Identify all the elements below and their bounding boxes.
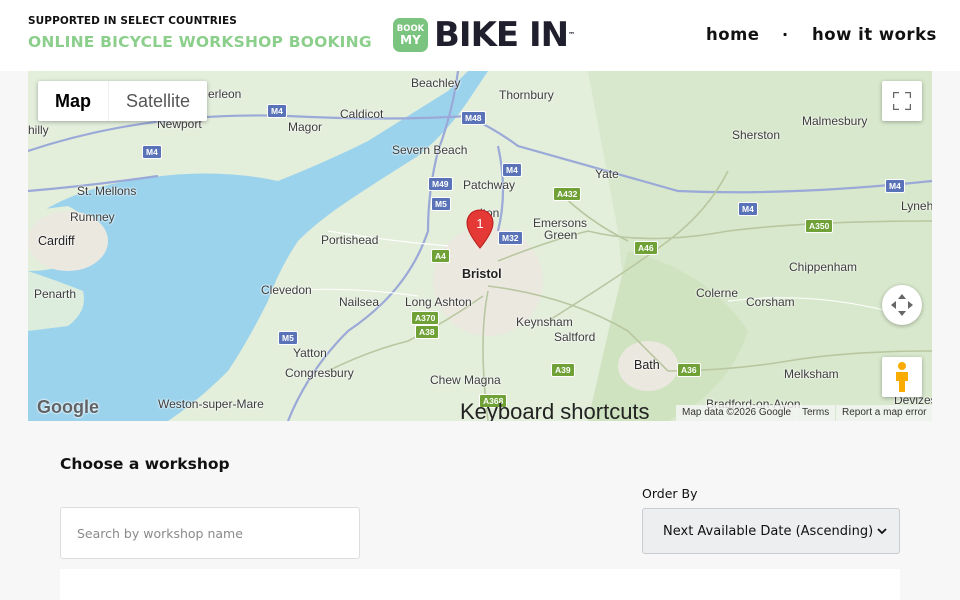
road-shield: M4	[738, 202, 758, 216]
place-label: Sherston	[732, 128, 781, 142]
road-shield: M4	[502, 163, 522, 177]
road-shield: M32	[498, 231, 523, 245]
workshop-map[interactable]: Beachley Thornbury Malmesbury Newport Ma…	[28, 71, 932, 421]
place-label: Nailsea	[339, 295, 380, 309]
pegman-icon	[896, 362, 908, 392]
place-label: Chippenham	[789, 260, 858, 274]
place-label: Corsham	[746, 295, 795, 309]
place-label: Beachley	[411, 76, 461, 90]
order-by-selected-value: Next Available Date (Ascending)	[663, 523, 874, 539]
place-label: Saltford	[554, 330, 596, 344]
place-label: St. Mellons	[77, 184, 137, 198]
workshop-search-input[interactable]	[60, 507, 360, 559]
road-shield: M4	[142, 145, 162, 159]
street-view-pegman-button[interactable]	[882, 357, 922, 397]
keyboard-shortcuts-link[interactable]: Keyboard shortcuts	[460, 399, 650, 421]
pan-arrows-icon	[891, 294, 913, 316]
place-label: Yatton	[293, 346, 327, 360]
fullscreen-button[interactable]	[882, 81, 922, 121]
google-logo: Google	[37, 397, 99, 417]
chevron-down-icon	[877, 528, 887, 535]
tagline: ONLINE BICYCLE WORKSHOP BOOKING	[28, 33, 372, 51]
place-label: Penarth	[34, 287, 77, 301]
supported-countries-note: SUPPORTED IN SELECT COUNTRIES	[28, 15, 237, 27]
nav-home-link[interactable]: home	[706, 25, 759, 44]
road-shield: A432	[553, 187, 582, 201]
place-label: Portishead	[321, 233, 379, 247]
camera-control-button[interactable]	[882, 285, 922, 325]
order-by-select[interactable]: Next Available Date (Ascending)	[642, 508, 900, 554]
road-shield: M48	[461, 111, 486, 125]
place-label: Keynsham	[516, 315, 573, 329]
marker-count: 1	[476, 216, 483, 231]
nav-how-it-works-link[interactable]: how it works	[812, 25, 937, 44]
road-shield: M5	[278, 331, 298, 345]
map-data-attribution: Map data ©2026 Google	[676, 405, 798, 421]
terms-link[interactable]: Terms	[796, 405, 836, 421]
place-label: Caldicot	[340, 107, 384, 121]
place-label: Malmesbury	[802, 114, 868, 128]
place-label: Lyneh	[901, 199, 932, 213]
place-label: Chew Magna	[430, 373, 501, 387]
site-header: SUPPORTED IN SELECT COUNTRIES ONLINE BIC…	[0, 0, 960, 71]
place-label: Yate	[595, 167, 619, 181]
order-by-label: Order By	[642, 486, 698, 501]
road-shield: A370	[411, 311, 440, 325]
bookmybikein-logo[interactable]: BOOK MY BIKE IN™	[393, 15, 575, 55]
report-map-error-link[interactable]: Report a map error	[836, 405, 932, 421]
choose-workshop-heading: Choose a workshop	[60, 455, 230, 473]
place-label: Weston-super-Mare	[158, 397, 264, 411]
place-label: Rumney	[70, 210, 115, 224]
road-shield: A350	[805, 219, 834, 233]
place-label: Patchway	[463, 178, 516, 192]
place-label: Long Ashton	[405, 295, 472, 309]
logo-tm: ™	[568, 31, 575, 39]
place-label: Melksham	[784, 367, 839, 381]
road-shield: A36	[677, 363, 701, 377]
road-shield: M4	[267, 104, 287, 118]
place-label: Bath	[634, 358, 660, 372]
logo-text: BIKE IN	[434, 15, 569, 55]
road-shield: M4	[885, 179, 905, 193]
nav-separator: ·	[782, 25, 789, 44]
logo-badge: BOOK MY	[393, 18, 428, 52]
map-type-control: Map Satellite	[38, 81, 208, 121]
map-type-map-button[interactable]: Map	[38, 81, 108, 121]
logo-wordmark: BIKE IN™	[434, 15, 575, 55]
place-label: Bristol	[462, 267, 502, 281]
place-label: Colerne	[696, 286, 739, 300]
place-label: Severn Beach	[392, 143, 468, 157]
road-shield: M5	[431, 197, 451, 211]
fullscreen-icon	[893, 92, 911, 110]
road-shield: A4	[431, 249, 450, 263]
road-shield: A46	[634, 241, 658, 255]
workshop-marker[interactable]: 1	[466, 209, 494, 249]
place-label: erleon	[208, 87, 242, 101]
place-label: Thornbury	[499, 88, 554, 102]
place-label: Magor	[288, 120, 323, 134]
place-label: Congresbury	[285, 366, 354, 380]
road-shield: M49	[428, 177, 453, 191]
road-shield: A38	[415, 325, 439, 339]
map-type-satellite-button[interactable]: Satellite	[108, 81, 207, 121]
workshop-list-panel	[60, 569, 900, 600]
place-label: Green	[544, 228, 578, 242]
place-label: hilly	[28, 123, 49, 137]
road-shield: A39	[551, 363, 575, 377]
place-label: Cardiff	[38, 234, 75, 248]
logo-badge-bottom: MY	[400, 33, 421, 47]
place-label: Clevedon	[261, 283, 312, 297]
